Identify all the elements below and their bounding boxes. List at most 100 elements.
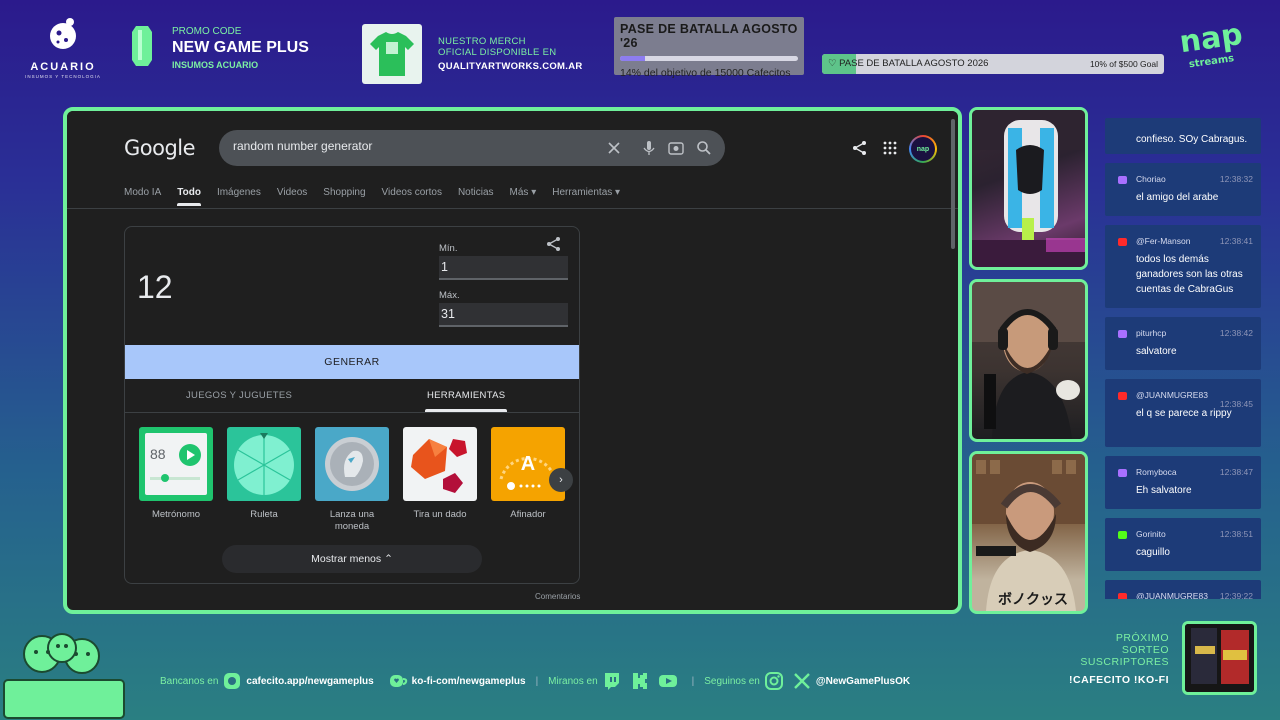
merch-url: QUALITYARTWORKS.COM.AR bbox=[438, 61, 583, 72]
promo-code-block: PROMO CODE NEW GAME PLUS INSUMOS ACUARIO bbox=[132, 24, 332, 74]
min-input[interactable] bbox=[439, 256, 568, 278]
min-field[interactable] bbox=[439, 256, 568, 280]
sorteo-block: PRÓXIMO SORTEO SUSCRIPTORES !CAFECITO !K… bbox=[1054, 632, 1169, 686]
tool-metronome[interactable]: 88 Metrónomo bbox=[139, 427, 213, 521]
tab-shopping[interactable]: Shopping bbox=[323, 187, 365, 206]
twitch-icon[interactable] bbox=[602, 671, 622, 691]
generate-button[interactable]: GENERAR bbox=[125, 345, 579, 379]
svg-text:ボノクッス: ボノクッス bbox=[998, 592, 1068, 608]
tool-name: Metrónomo bbox=[151, 509, 201, 520]
share-icon[interactable] bbox=[545, 235, 563, 253]
tab-noticias[interactable]: Noticias bbox=[458, 187, 494, 206]
search-tabs: Modo IA Todo Imágenes Videos Shopping Videos … bbox=[124, 187, 620, 206]
tab-herramientas[interactable]: HERRAMIENTAS bbox=[424, 390, 508, 412]
sorteo-prize-image bbox=[1182, 621, 1257, 695]
chat-username: Choriao bbox=[1136, 174, 1166, 184]
feedback-link[interactable]: Comentarios bbox=[535, 592, 580, 601]
miranos-label: Miranos en bbox=[548, 675, 598, 687]
chat-message: confieso. SOy Cabragus. bbox=[1105, 118, 1261, 154]
chat-username: Gorinito bbox=[1136, 529, 1166, 539]
chat-message: @JUANMUGRE83 12:38:45 el q se parece a rip… bbox=[1105, 379, 1261, 447]
scrollbar[interactable] bbox=[951, 119, 955, 249]
nap-logo-text: nap bbox=[1177, 17, 1244, 60]
green-gem-icon bbox=[132, 26, 152, 66]
max-input[interactable] bbox=[439, 303, 568, 325]
tab-videos-cortos[interactable]: Videos cortos bbox=[382, 187, 442, 206]
tab-herramientas[interactable]: Herramientas ▾ bbox=[552, 187, 620, 206]
merch-line1: NUESTRO MERCH bbox=[438, 36, 526, 47]
random-result: 12 bbox=[137, 269, 173, 305]
search-icon[interactable] bbox=[694, 138, 714, 158]
account-avatar[interactable]: nap bbox=[909, 135, 937, 163]
max-field[interactable] bbox=[439, 303, 568, 327]
tool-name: Tira un dado bbox=[413, 509, 467, 520]
tool-spinner[interactable]: Ruleta bbox=[227, 427, 301, 521]
microphone-icon[interactable] bbox=[639, 138, 659, 158]
kick-icon[interactable] bbox=[630, 671, 650, 691]
clear-icon[interactable] bbox=[604, 138, 624, 158]
chat-text: confieso. SOy Cabragus. bbox=[1136, 134, 1248, 145]
acuario-logo: ACUARIO INSUMOS Y TECNOLOGIA bbox=[18, 16, 108, 82]
instagram-icon[interactable] bbox=[764, 671, 784, 691]
merch-line2: OFICIAL DISPONIBLE EN bbox=[438, 46, 557, 58]
webcam-host-2: ボノクッス bbox=[969, 451, 1088, 614]
cafecito-icon bbox=[224, 673, 241, 689]
search-bar[interactable] bbox=[219, 130, 725, 166]
search-input[interactable] bbox=[233, 139, 593, 153]
show-less-button[interactable]: Mostrar menos ⌃ bbox=[222, 545, 482, 573]
tab-modo-ia[interactable]: Modo IA bbox=[124, 187, 161, 206]
twitch-icon bbox=[1118, 176, 1127, 184]
goal-bar-amount: 10% of $500 Goal bbox=[1089, 59, 1158, 69]
chevron-right-icon[interactable]: › bbox=[549, 468, 573, 492]
chat-timestamp: 12:38:41 bbox=[1219, 236, 1253, 246]
chat-timestamp: 12:38:47 bbox=[1219, 467, 1253, 477]
x-icon[interactable] bbox=[792, 671, 812, 691]
promo-sub: INSUMOS ACUARIO bbox=[172, 60, 259, 70]
tool-name: Ruleta bbox=[250, 509, 278, 520]
tab-imágenes[interactable]: Imágenes bbox=[217, 187, 261, 206]
youtube-icon bbox=[1118, 593, 1127, 599]
apps-grid-icon[interactable] bbox=[881, 139, 899, 157]
goal-bar-label: ♡ PASE DE BATALLA AGOSTO 2026 bbox=[828, 58, 989, 69]
tab-juegos[interactable]: JUEGOS Y JUGUETES bbox=[186, 390, 292, 401]
tab-videos[interactable]: Videos bbox=[277, 187, 307, 206]
chat-text: el q se parece a rippy bbox=[1136, 408, 1232, 419]
chat-text: caguillo bbox=[1136, 547, 1170, 558]
battle-pass-widget: PASE DE BATALLA AGOSTO '26 14% del objet… bbox=[614, 17, 804, 79]
sorteo-line3: SUSCRIPTORES bbox=[1080, 656, 1169, 668]
kofi-link[interactable]: ko-fi-com/newgameplus bbox=[412, 676, 526, 687]
chat-username: @Fer-Manson bbox=[1136, 236, 1191, 246]
random-number-widget: 12 Mín. Máx. GENERAR JUEGOS Y JUGUETES H… bbox=[124, 226, 580, 584]
youtube-icon bbox=[1118, 392, 1127, 400]
webcam-chair bbox=[969, 107, 1088, 270]
google-logo[interactable]: Google bbox=[124, 136, 196, 160]
chat-username: @JUANMUGRE83 bbox=[1136, 390, 1208, 400]
bancanos-label: Bancanos en bbox=[160, 675, 219, 687]
battle-pass-progress-bar bbox=[620, 56, 798, 61]
sorteo-line2: SORTEO bbox=[1121, 644, 1169, 656]
youtube-icon[interactable] bbox=[658, 671, 678, 691]
cafecito-link[interactable]: cafecito.app/newgameplus bbox=[246, 676, 373, 687]
share-icon[interactable] bbox=[851, 139, 869, 157]
sorteo-line1: PRÓXIMO bbox=[1115, 632, 1169, 644]
chat-panel: confieso. SOy Cabragus. Choriao 12:38:32 el… bbox=[1100, 107, 1268, 599]
kick-icon bbox=[1118, 531, 1127, 539]
chat-text: todos los demás ganadores son las otras … bbox=[1136, 254, 1243, 295]
browser-window: Google nap Modo IA Todo Imágenes Videos Shop… bbox=[63, 107, 962, 614]
lens-icon[interactable] bbox=[666, 138, 686, 158]
chat-timestamp: 12:39:22 bbox=[1219, 591, 1253, 599]
chat-username: Romyboca bbox=[1136, 467, 1177, 477]
chat-username: @JUANMUGRE83 bbox=[1136, 591, 1208, 599]
battle-pass-title: PASE DE BATALLA AGOSTO '26 bbox=[620, 22, 798, 50]
tool-coin[interactable]: Lanza una moneda bbox=[315, 427, 389, 533]
tool-dice[interactable]: Tira un dado bbox=[403, 427, 477, 521]
acuario-brand: ACUARIO bbox=[30, 61, 96, 73]
webcam-host-1 bbox=[969, 279, 1088, 442]
chat-timestamp: 12:38:32 bbox=[1219, 174, 1253, 184]
social-handle[interactable]: @NewGamePlusOK bbox=[816, 676, 910, 687]
tab-todo[interactable]: Todo bbox=[177, 187, 201, 206]
seguinos-label: Seguinos en bbox=[704, 675, 760, 687]
tool-name: Afinador bbox=[510, 509, 546, 520]
merch-block: NUESTRO MERCH OFICIAL DISPONIBLE EN QUAL… bbox=[362, 24, 612, 84]
tab-más[interactable]: Más ▾ bbox=[510, 187, 537, 206]
